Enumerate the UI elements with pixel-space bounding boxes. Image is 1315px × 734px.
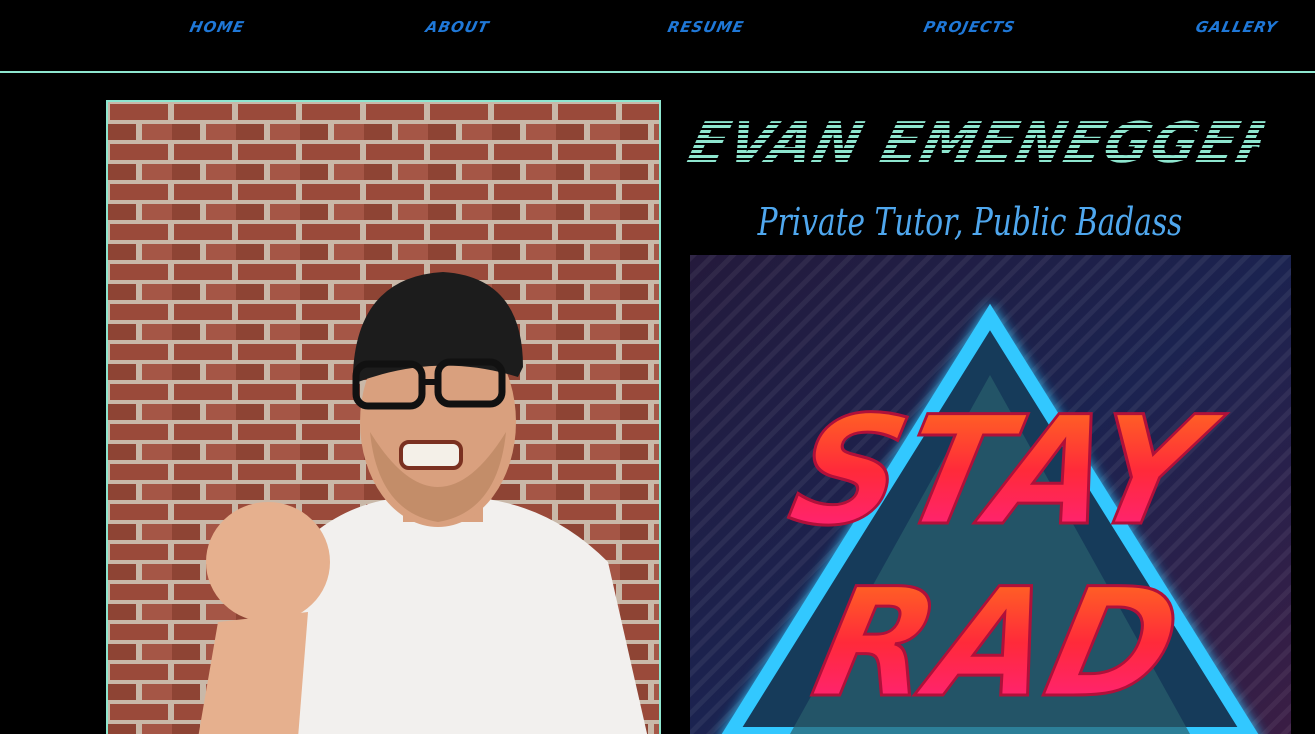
- stay-rad-poster: STAY RAD: [690, 255, 1291, 734]
- profile-photo: [106, 100, 661, 734]
- poster-line-rad: RAD: [801, 556, 1194, 731]
- profile-photo-image: [108, 102, 659, 734]
- stay-rad-image: STAY RAD: [690, 255, 1291, 734]
- nav-resume-link[interactable]: RESUME: [666, 16, 747, 38]
- poster-line-stay: STAY: [777, 384, 1233, 559]
- top-navigation: HOME ABOUT RESUME PROJECTS GALLERY: [0, 0, 1315, 73]
- page-title: EVAN EMENEGGER: [682, 111, 1291, 176]
- tagline: Private Tutor, Public Badass: [757, 200, 1183, 244]
- nav-about-link[interactable]: ABOUT: [424, 16, 492, 38]
- nav-projects-link[interactable]: PROJECTS: [922, 16, 1018, 38]
- nav-home-link[interactable]: HOME: [188, 16, 247, 38]
- nav-gallery-link[interactable]: GALLERY: [1194, 16, 1280, 38]
